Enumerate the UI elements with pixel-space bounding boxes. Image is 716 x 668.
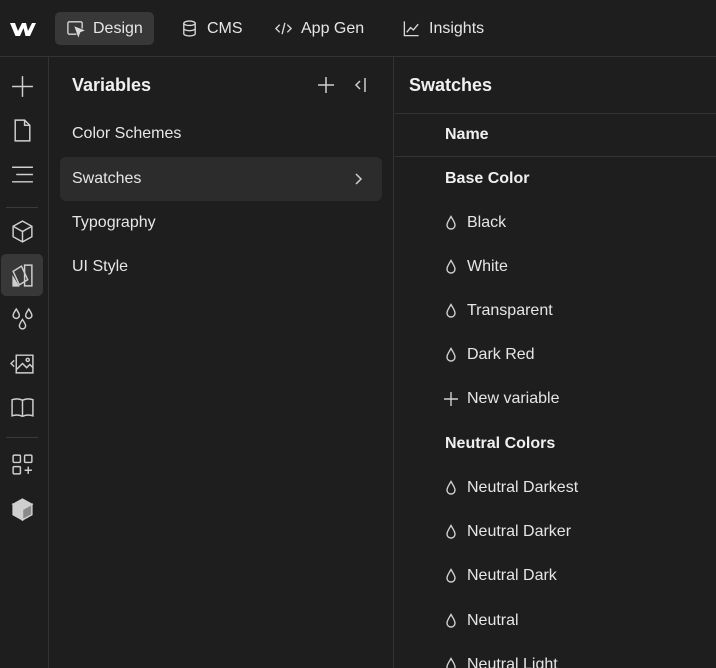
- page-icon: [13, 118, 31, 142]
- style-panel-icon: [11, 263, 33, 287]
- add-collection-button[interactable]: [315, 74, 337, 96]
- packages-button[interactable]: [1, 488, 43, 530]
- components-icon: [11, 219, 33, 243]
- drop-icon: [443, 303, 459, 319]
- swatches-panel-title: Swatches: [409, 75, 493, 95]
- drop-icon: [443, 347, 459, 363]
- variable-label: Neutral Darker: [467, 523, 572, 540]
- variable-row-neutral-light[interactable]: Neutral Light: [395, 643, 716, 668]
- variable-label: Transparent: [467, 302, 553, 319]
- variable-label: Dark Red: [467, 346, 535, 363]
- drop-icon: [443, 215, 459, 231]
- variables-item-ui-style[interactable]: UI Style: [60, 245, 382, 289]
- collapse-panel-button[interactable]: [349, 74, 371, 96]
- column-header-label: Name: [445, 126, 489, 143]
- drop-icon: [443, 568, 459, 584]
- add-icon: [11, 75, 33, 97]
- apps-icon: [11, 453, 33, 475]
- pages-button[interactable]: [1, 109, 43, 151]
- library-icon: [10, 397, 34, 417]
- webflow-logo-icon[interactable]: [9, 19, 37, 39]
- variable-label: White: [467, 258, 508, 275]
- variables-panel: Variables Color Schemes Swatches Typogra…: [49, 57, 394, 668]
- group-label: Base Color: [445, 170, 530, 187]
- group-label: Neutral Colors: [445, 435, 556, 452]
- drop-icon: [443, 259, 459, 275]
- variable-label: Neutral Darkest: [467, 479, 579, 496]
- cursor-box-icon: [67, 21, 85, 38]
- tab-design[interactable]: Design: [55, 12, 154, 45]
- group-row-base-color: Base Color: [395, 157, 716, 201]
- new-variable-label: New variable: [467, 390, 560, 407]
- variables-item-swatches[interactable]: Swatches: [60, 157, 382, 201]
- name-column-header: Name: [395, 113, 716, 157]
- library-button[interactable]: [1, 386, 43, 428]
- tab-cms-label: CMS: [207, 19, 243, 37]
- variable-row-neutral-dark[interactable]: Neutral Dark: [395, 554, 716, 598]
- group-row-neutral-colors: Neutral Colors: [395, 422, 716, 466]
- collapse-left-icon: [354, 78, 366, 92]
- drop-icon: [443, 480, 459, 496]
- variables-panel-title: Variables: [72, 75, 152, 95]
- tab-cms[interactable]: CMS: [169, 12, 254, 45]
- variable-label: Neutral Light: [467, 656, 558, 668]
- database-icon: [183, 20, 196, 37]
- variable-row-dark-red[interactable]: Dark Red: [395, 333, 716, 377]
- navigator-button[interactable]: [1, 153, 43, 195]
- variable-row-neutral-darker[interactable]: Neutral Darker: [395, 510, 716, 554]
- tab-app-gen-label: App Gen: [301, 19, 365, 37]
- chevron-right-icon: [350, 171, 366, 187]
- variables-item-typography[interactable]: Typography: [60, 201, 382, 245]
- left-icon-rail: [0, 57, 49, 668]
- tab-app-gen[interactable]: App Gen: [263, 12, 375, 45]
- variables-item-label: Color Schemes: [72, 125, 182, 142]
- variable-label: Black: [467, 214, 507, 231]
- variables-button[interactable]: [1, 298, 43, 340]
- variable-row-white[interactable]: White: [395, 245, 716, 289]
- tab-insights[interactable]: Insights: [391, 12, 495, 45]
- drop-icon: [443, 524, 459, 540]
- variable-row-neutral[interactable]: Neutral: [395, 599, 716, 643]
- app-window: Design CMS App Gen Insights Variables Co…: [0, 0, 716, 668]
- tab-design-label: Design: [93, 19, 143, 37]
- variable-label: Neutral Dark: [467, 567, 557, 584]
- tab-insights-label: Insights: [429, 19, 485, 37]
- chart-line-icon: [403, 21, 419, 37]
- assets-icon: [9, 353, 34, 374]
- plus-icon: [443, 391, 459, 407]
- variables-item-label: UI Style: [72, 258, 129, 275]
- code-icon: [274, 22, 293, 35]
- add-elements-button[interactable]: [1, 65, 43, 107]
- variables-item-label: Swatches: [72, 170, 142, 187]
- variables-icon: [11, 307, 33, 330]
- swatches-panel: Swatches Name Base Color Black White Tra…: [395, 57, 716, 668]
- variable-label: Neutral: [467, 612, 519, 629]
- style-panel-button[interactable]: [1, 254, 43, 296]
- assets-button[interactable]: [1, 342, 43, 384]
- drop-icon: [443, 657, 459, 668]
- plus-icon: [318, 77, 334, 93]
- variable-row-neutral-darkest[interactable]: Neutral Darkest: [395, 466, 716, 510]
- apps-button[interactable]: [1, 443, 43, 485]
- variables-item-color-schemes[interactable]: Color Schemes: [60, 112, 382, 156]
- rail-divider: [6, 207, 38, 208]
- top-bar: Design CMS App Gen Insights: [0, 0, 716, 57]
- new-variable-button[interactable]: New variable: [395, 377, 716, 421]
- rail-divider: [6, 437, 38, 438]
- variable-row-black[interactable]: Black: [395, 201, 716, 245]
- variables-item-label: Typography: [72, 214, 156, 231]
- drop-icon: [443, 613, 459, 629]
- components-button[interactable]: [1, 210, 43, 252]
- variable-row-transparent[interactable]: Transparent: [395, 289, 716, 333]
- package-icon: [11, 497, 33, 521]
- navigator-icon: [11, 165, 33, 183]
